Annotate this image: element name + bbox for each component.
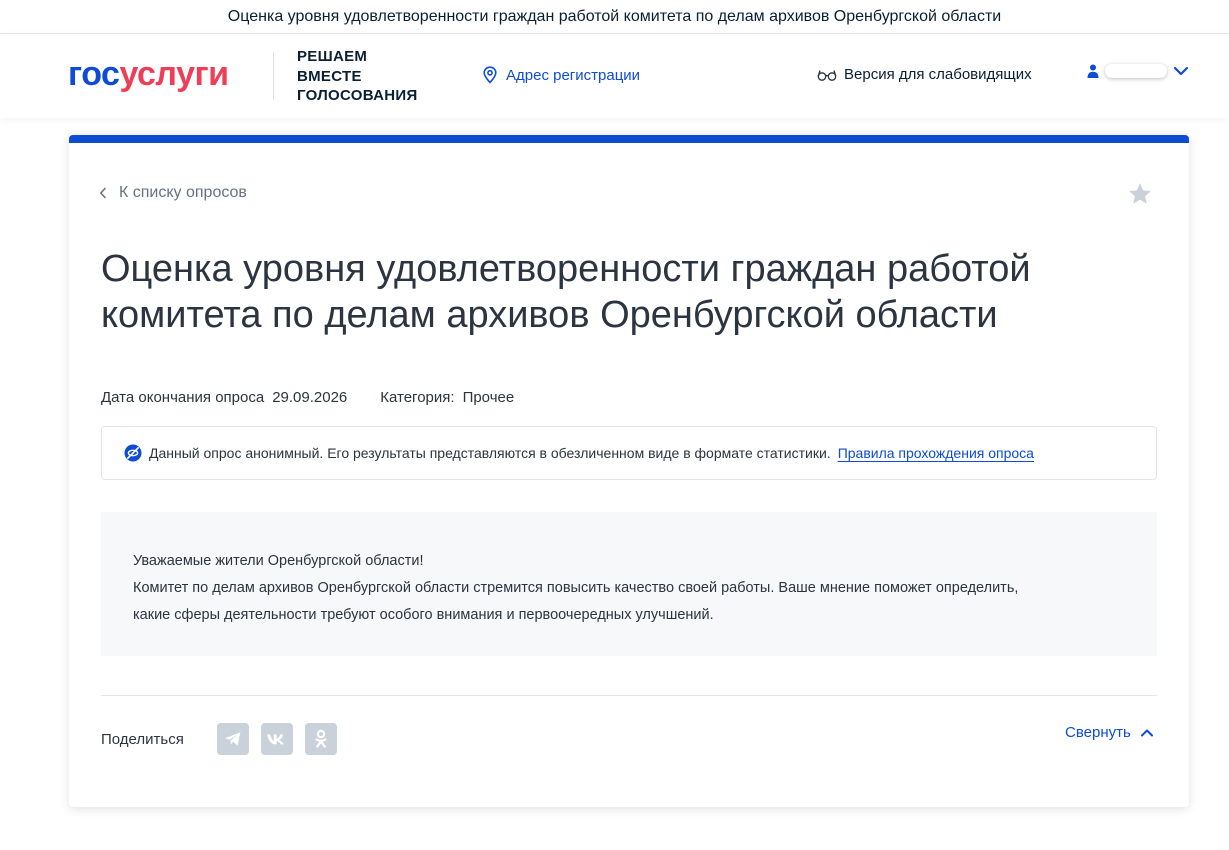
end-date-value: 29.09.2026 xyxy=(272,389,348,406)
survey-rules-link[interactable]: Правила прохождения опроса xyxy=(838,445,1034,461)
tagline: РЕШАЕМ ВМЕСТЕ ГОЛОСОВАНИЯ xyxy=(297,47,418,106)
chevron-down-icon[interactable] xyxy=(1173,65,1189,77)
description-line: Комитет по делам архивов Оренбургской об… xyxy=(133,580,1019,596)
collapse-button[interactable]: Свернуть xyxy=(1065,724,1154,741)
user-icon xyxy=(1087,64,1099,78)
share-label: Поделиться xyxy=(101,731,184,748)
tagline-line-3: ГОЛОСОВАНИЯ xyxy=(297,87,418,104)
back-to-surveys-label: К списку опросов xyxy=(119,184,247,201)
end-date-label: Дата окончания опроса xyxy=(101,389,265,406)
registration-address-link[interactable]: Адрес регистрации xyxy=(482,66,640,84)
category-value: Прочее xyxy=(462,389,515,406)
vk-icon xyxy=(267,734,284,745)
low-vision-link[interactable]: Версия для слабовидящих xyxy=(817,66,1032,83)
low-vision-label: Версия для слабовидящих xyxy=(844,66,1032,83)
category: Категория: Прочее xyxy=(380,389,514,406)
location-pin-icon xyxy=(483,66,497,84)
survey-title: Оценка уровня удовлетворенности граждан … xyxy=(101,248,1031,336)
back-to-surveys-link[interactable]: К списку опросов xyxy=(99,184,247,202)
anonymous-notice-text: Данный опрос анонимный. Его результаты п… xyxy=(149,445,831,461)
anonymous-eye-icon xyxy=(124,444,142,462)
share-vk-button[interactable] xyxy=(261,723,293,755)
collapse-label: Свернуть xyxy=(1065,724,1131,741)
anonymous-notice: Данный опрос анонимный. Его результаты п… xyxy=(101,426,1157,480)
odnoklassniki-icon xyxy=(315,729,327,748)
category-label: Категория: xyxy=(380,389,455,406)
survey-meta: Дата окончания опроса 29.09.2026 Категор… xyxy=(101,389,547,406)
user-menu[interactable] xyxy=(1087,64,1189,78)
logo-part-2: услуги xyxy=(119,55,229,93)
window-title-bar: Оценка уровня удовлетворенности граждан … xyxy=(0,0,1229,34)
window-title: Оценка уровня удовлетворенности граждан … xyxy=(227,7,1002,25)
tagline-line-2: ВМЕСТЕ xyxy=(297,67,362,85)
user-name-redacted xyxy=(1105,64,1167,78)
logo-divider xyxy=(273,52,274,100)
description-line: Уважаемые жители Оренбургской области! xyxy=(133,553,424,569)
logo-part-1: гос xyxy=(68,55,120,93)
divider xyxy=(101,695,1157,696)
end-date: Дата окончания опроса 29.09.2026 xyxy=(101,389,347,406)
site-header: госуслуги РЕШАЕМ ВМЕСТЕ ГОЛОСОВАНИЯ Адре… xyxy=(0,34,1229,118)
share-odnoklassniki-button[interactable] xyxy=(305,723,337,755)
survey-card: К списку опросов Оценка уровня удовлетво… xyxy=(69,135,1189,807)
registration-address-label: Адрес регистрации xyxy=(506,66,641,84)
share-telegram-button[interactable] xyxy=(217,723,249,755)
chevron-up-icon xyxy=(1140,729,1153,736)
telegram-icon xyxy=(225,732,241,746)
glasses-icon xyxy=(817,69,837,81)
survey-description: Уважаемые жители Оренбургской области! К… xyxy=(101,512,1157,656)
chevron-left-icon xyxy=(100,187,106,199)
gosuslugi-logo[interactable]: госуслуги xyxy=(68,54,229,94)
tagline-line-1: РЕШАЕМ xyxy=(297,48,368,65)
description-line: какие сферы деятельности требуют особого… xyxy=(133,607,714,623)
favorite-star-icon[interactable] xyxy=(1127,181,1153,212)
